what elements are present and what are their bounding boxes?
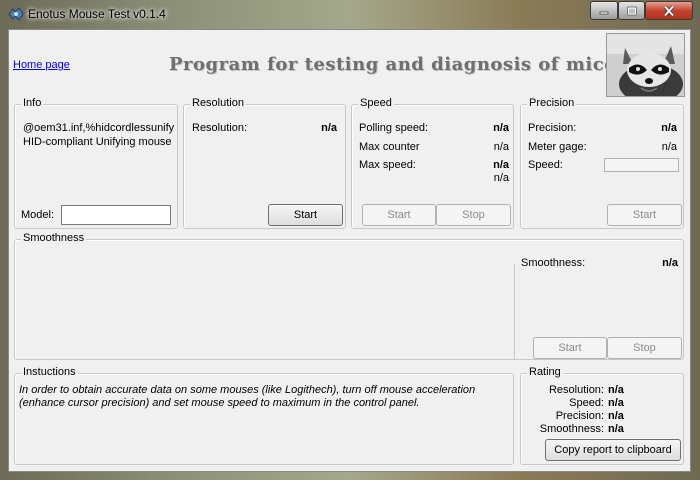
resolution-group: Resolution Resolution: n/a Start: [183, 97, 346, 229]
rating-speed-value: n/a: [608, 397, 624, 409]
home-page-link[interactable]: Home page: [13, 59, 70, 71]
mouse-app-icon: [8, 7, 24, 21]
instructions-line-1: In order to obtain accurate data on some…: [19, 384, 476, 396]
max-counter-label: Max counter: [359, 141, 420, 153]
title-bar[interactable]: Enotus Mouse Test v0.1.4: [0, 0, 700, 29]
maximize-button[interactable]: [618, 1, 645, 20]
smoothness-label: Smoothness:: [521, 257, 586, 269]
smoothness-group-title: Smoothness: [21, 232, 87, 244]
smoothness-group: Smoothness Smoothness: n/a Start Stop: [14, 232, 684, 360]
max-speed-value: n/a: [493, 159, 509, 171]
speed-group-title: Speed: [358, 97, 394, 109]
window-title: Enotus Mouse Test v0.1.4: [28, 7, 166, 21]
precision-group: Precision Precision: n/a Meter gage: n/a…: [520, 97, 684, 229]
max-speed-label: Max speed:: [359, 159, 416, 171]
model-input[interactable]: [61, 205, 171, 225]
resolution-group-title: Resolution: [190, 97, 246, 109]
app-window: Enotus Mouse Test v0.1.4 Home page Progr…: [0, 0, 700, 480]
smoothness-divider: [514, 264, 515, 360]
copy-report-button[interactable]: Copy report to clipboard: [545, 439, 681, 461]
model-label: Model:: [21, 209, 55, 221]
smoothness-start-button[interactable]: Start: [533, 337, 607, 359]
minimize-icon: [599, 11, 609, 14]
precision-value: n/a: [661, 122, 677, 134]
minimize-button[interactable]: [590, 1, 618, 20]
raccoon-image: [606, 33, 685, 97]
rating-resolution-value: n/a: [608, 384, 624, 396]
polling-speed-label: Polling speed:: [359, 122, 429, 134]
precision-start-button[interactable]: Start: [607, 204, 682, 226]
maximize-icon: [626, 6, 637, 15]
program-banner: Program for testing and diagnosis of mic…: [169, 54, 617, 75]
device-name-text: HID-compliant Unifying mouse: [23, 136, 172, 148]
instructions-group-title: Instuctions: [21, 366, 78, 378]
max-speed-value-secondary: n/a: [493, 172, 509, 184]
instructions-line-2: (enhance cursor precision) and set mouse…: [19, 397, 420, 409]
max-counter-value: n/a: [493, 141, 509, 153]
rating-precision-label: Precision:: [555, 410, 604, 422]
resolution-label: Resolution:: [192, 122, 248, 134]
resolution-value: n/a: [321, 122, 337, 134]
close-icon: [663, 5, 675, 16]
resolution-start-button[interactable]: Start: [268, 204, 343, 226]
smoothness-stop-button[interactable]: Stop: [607, 337, 682, 359]
info-group-title: Info: [21, 97, 44, 109]
rating-group-title: Rating: [527, 366, 563, 378]
rating-speed-label: Speed:: [569, 397, 604, 409]
rating-group: Rating Resolution: n/a Speed: n/a Precis…: [520, 366, 684, 465]
rating-smoothness-label: Smoothness:: [539, 423, 604, 435]
rating-precision-value: n/a: [608, 410, 624, 422]
device-id-text: @oem31.inf,%hidcordlessunify: [23, 122, 175, 134]
close-button[interactable]: [645, 1, 693, 20]
speed-group: Speed Polling speed: n/a Max counter n/a…: [351, 97, 514, 229]
info-group: Info @oem31.inf,%hidcordlessunify HID-co…: [14, 97, 178, 229]
precision-group-title: Precision: [527, 97, 577, 109]
polling-speed-value: n/a: [493, 122, 509, 134]
rating-resolution-label: Resolution:: [548, 384, 604, 396]
smoothness-value: n/a: [662, 257, 678, 269]
speed-start-button[interactable]: Start: [362, 204, 436, 226]
rating-smoothness-value: n/a: [608, 423, 624, 435]
client-area: Home page Program for testing and diagno…: [8, 29, 691, 472]
precision-label: Precision:: [528, 122, 577, 134]
precision-speed-label: Speed:: [528, 159, 563, 171]
instructions-group: Instuctions In order to obtain accurate …: [14, 366, 514, 465]
precision-speed-gage: [604, 158, 679, 172]
meter-gage-value: n/a: [661, 141, 677, 153]
meter-gage-label: Meter gage:: [528, 141, 587, 153]
speed-stop-button[interactable]: Stop: [436, 204, 511, 226]
